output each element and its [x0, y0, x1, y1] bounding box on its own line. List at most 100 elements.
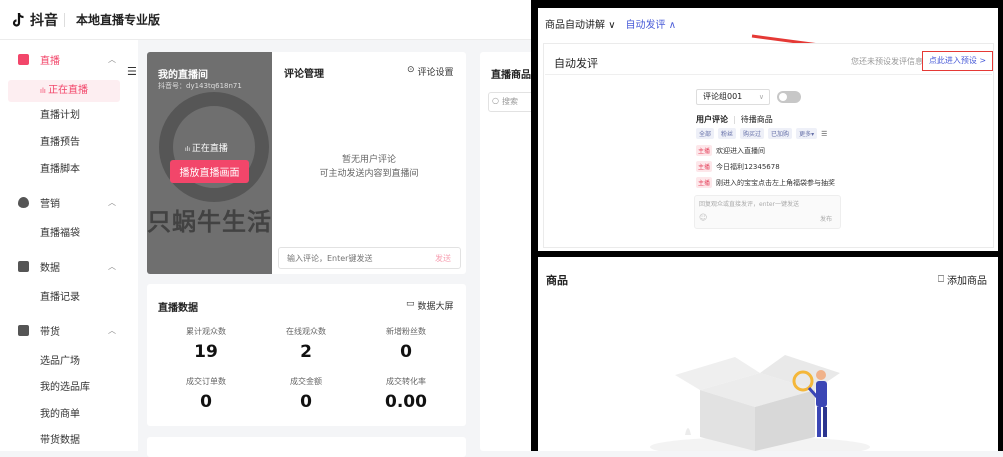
sidebar-item-lucky-bag[interactable]: 直播福袋: [40, 224, 80, 244]
tab-label: 商品自动讲解: [545, 20, 605, 31]
product-name: 本地直播专业版: [76, 13, 161, 27]
sidebar-item-live-now[interactable]: ılı 正在直播: [40, 81, 88, 101]
comment-message: 主播 欢迎进入直播间: [696, 145, 765, 156]
add-goods-button[interactable]: ⎕ 添加商品: [938, 272, 987, 287]
bars-icon: ılı: [40, 87, 49, 95]
tab-label: 自动发评: [625, 20, 666, 31]
comment-message: 主播 刚进入的宝宝点击左上角福袋参与抽奖: [696, 177, 835, 188]
flame-icon: [18, 196, 29, 208]
clock-icon: ⊙: [407, 65, 415, 75]
live-status-text: 正在直播: [191, 144, 228, 154]
comment-title: 评论管理: [284, 69, 324, 80]
comment-input[interactable]: [278, 247, 461, 269]
host-tag: 主播: [696, 161, 713, 172]
goods-search-hint: ○ 搜索: [492, 96, 518, 107]
nav-group-marketing[interactable]: 营销 ︿: [0, 188, 138, 216]
chevron-up-icon: ︿: [108, 197, 116, 207]
comment-settings-label: 评论设置: [417, 68, 454, 78]
comment-group-select[interactable]: 评论组001 ∨: [696, 89, 770, 105]
message-text: 欢迎进入直播间: [716, 146, 766, 155]
sidebar-item-sales-data[interactable]: 带货数据: [40, 431, 80, 451]
emoji-icon[interactable]: ☺: [699, 213, 707, 222]
live-goods-title: 直播商品: [491, 70, 531, 81]
sidebar-item-live-plan[interactable]: 直播计划: [40, 106, 80, 126]
comment-settings-button[interactable]: ⊙ 评论设置: [407, 65, 454, 78]
stat-label: 成交订单数: [186, 377, 226, 386]
monitor-icon: ▭: [406, 299, 415, 309]
filter-chips: 全部 粉丝 购买过 已加购 更多▾ ☰: [696, 128, 827, 139]
nav-group-label: 直播: [40, 55, 60, 67]
sidebar-item-my-orders[interactable]: 我的商单: [40, 405, 80, 425]
play-live-button[interactable]: 播放直播画面: [170, 160, 249, 183]
panel-tabs: 商品自动讲解 ∨ 自动发评 ∧: [545, 16, 676, 31]
chevron-up-icon: ∧: [668, 20, 677, 31]
logo-text: 抖音: [30, 13, 58, 29]
sidebar-item-my-selection[interactable]: 我的选品库: [40, 378, 90, 398]
chevron-up-icon: ︿: [108, 261, 116, 271]
live-watermark: 只蜗牛生活: [147, 208, 272, 236]
sidebar-item-live-preview[interactable]: 直播预告: [40, 133, 80, 153]
host-tag: 主播: [696, 145, 713, 156]
tab-user-comment[interactable]: 用户评论: [696, 114, 728, 125]
chip-label: 更多: [799, 131, 812, 138]
sidebar-item-live-records[interactable]: 直播记录: [40, 288, 80, 308]
tab-auto-comment[interactable]: 自动发评 ∧: [626, 16, 677, 31]
sidebar-item-label: 正在直播: [48, 85, 89, 96]
stat-label: 新增粉丝数: [386, 327, 426, 336]
big-screen-label: 数据大屏: [417, 302, 454, 312]
bag-icon: ⎕: [938, 274, 944, 285]
collapse-menu-icon[interactable]: ☰: [127, 66, 139, 78]
chevron-down-icon: ∨: [608, 20, 616, 31]
toggle-knob: [779, 93, 787, 101]
comment-empty-line1: 暂无用户评论: [341, 155, 396, 165]
stat-value: 19: [194, 342, 218, 362]
bars-icon: ılı: [185, 146, 192, 153]
tab-pending-goods[interactable]: 待播商品: [741, 114, 773, 125]
message-text: 刚进入的宝宝点击左上角福袋参与抽奖: [716, 178, 836, 187]
nav-group-label: 数据: [40, 262, 60, 274]
send-comment-button[interactable]: 发送: [435, 253, 451, 264]
chevron-up-icon: ︿: [108, 325, 116, 335]
live-room-account: 抖音号：dy143tq618n71: [158, 82, 242, 90]
live-room-title: 我的直播间: [158, 70, 208, 81]
section-divider: [545, 74, 992, 75]
stat-label: 在线观众数: [286, 327, 326, 336]
host-tag: 主播: [696, 177, 713, 188]
reply-send-button[interactable]: 发布: [820, 214, 832, 223]
stat-value: 2: [300, 342, 312, 362]
data-big-screen-button[interactable]: ▭ 数据大屏: [406, 299, 454, 312]
filter-chip[interactable]: 全部: [696, 128, 715, 139]
stat-value: 0: [300, 392, 312, 412]
filter-settings-icon[interactable]: ☰: [821, 130, 827, 138]
comment-empty-line2: 可主动发送内容到直播间: [319, 169, 419, 179]
filter-chip[interactable]: 购买过: [740, 128, 765, 139]
search-placeholder: 搜索: [501, 97, 518, 106]
header-divider: [64, 13, 65, 27]
sidebar-item-selection-plaza[interactable]: 选品广场: [40, 352, 80, 372]
message-text: 今日福利12345678: [716, 162, 780, 171]
nav-group-data[interactable]: 数据 ︿: [0, 252, 138, 280]
douyin-note-icon: [12, 12, 24, 27]
stat-label: 累计观众数: [186, 327, 226, 336]
stat-label: 成交金额: [290, 377, 322, 386]
reply-placeholder: 回复观众或直接发评，enter一键发送: [699, 201, 800, 208]
filter-chip-more[interactable]: 更多▾: [796, 128, 818, 139]
nav-group-label: 营销: [40, 198, 60, 210]
enter-preset-link[interactable]: 点此进入预设 >: [922, 51, 993, 71]
chevron-down-icon: ∨: [758, 93, 764, 101]
stat-label: 成交转化率: [386, 377, 426, 386]
chart-icon: [18, 260, 29, 272]
preset-hint: 您还未预设发评信息: [851, 57, 923, 66]
nav-group-live[interactable]: 直播 ︿: [0, 45, 138, 73]
nav-group-sales[interactable]: 带货 ︿: [0, 316, 138, 344]
douyin-logo[interactable]: 抖音: [12, 10, 58, 30]
tab-auto-explain[interactable]: 商品自动讲解 ∨: [545, 16, 616, 31]
filter-chip[interactable]: 已加购: [768, 128, 793, 139]
empty-box-illustration: [650, 355, 870, 451]
live-data-title: 直播数据: [158, 303, 198, 314]
comment-subtabs: 用户评论 | 待播商品: [696, 114, 773, 125]
sidebar-item-live-script[interactable]: 直播脚本: [40, 160, 80, 180]
auto-comment-title: 自动发评: [554, 57, 598, 70]
filter-chip[interactable]: 粉丝: [718, 128, 737, 139]
chevron-up-icon: ︿: [108, 54, 116, 64]
